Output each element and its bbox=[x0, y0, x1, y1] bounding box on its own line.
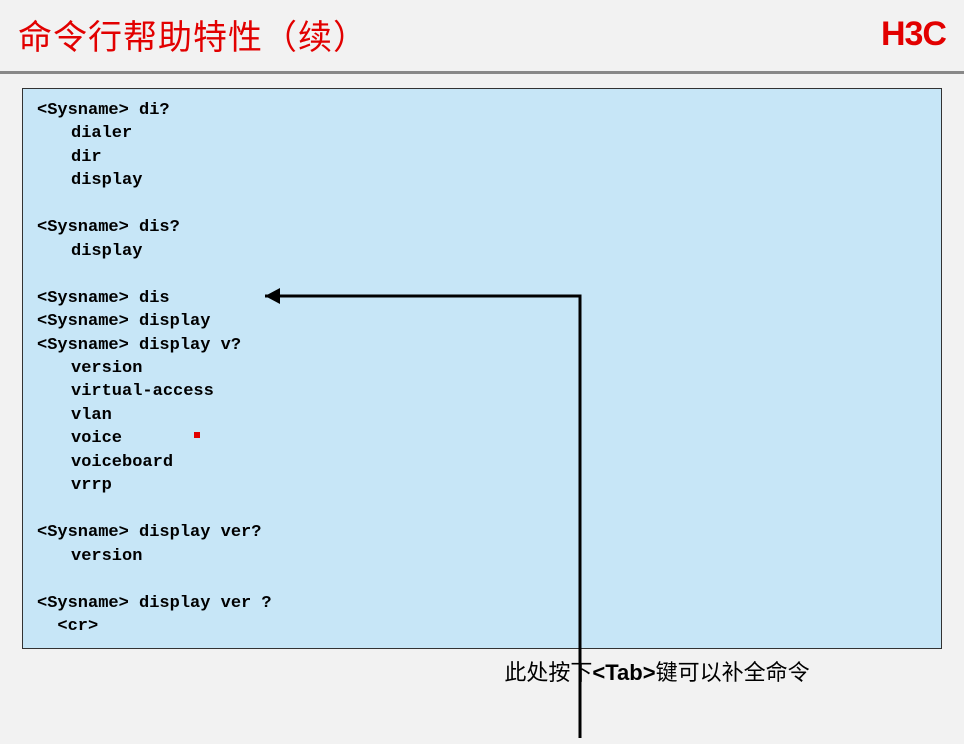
slide-content: <Sysname> di?dialerdirdisplay<Sysname> d… bbox=[0, 74, 964, 697]
terminal-command-line: <Sysname> di? bbox=[37, 99, 927, 122]
terminal-output-line: version bbox=[37, 545, 927, 568]
caption-prefix: 此处按下 bbox=[504, 660, 592, 685]
terminal-output-line: vlan bbox=[37, 404, 927, 427]
terminal-command-line: <Sysname> display bbox=[37, 310, 927, 333]
caption-key: <Tab> bbox=[592, 660, 655, 685]
terminal-output-line: voiceboard bbox=[37, 451, 927, 474]
terminal-output-line: display bbox=[37, 169, 927, 192]
terminal-output-line: virtual-access bbox=[37, 380, 927, 403]
h3c-logo: H3C bbox=[881, 15, 946, 54]
caption-text: 此处按下<Tab>键可以补全命令 bbox=[22, 655, 942, 687]
terminal-box: <Sysname> di?dialerdirdisplay<Sysname> d… bbox=[22, 88, 942, 649]
terminal-output-line: voice bbox=[37, 427, 927, 450]
terminal-output-line: dialer bbox=[37, 122, 927, 145]
slide-header: 命令行帮助特性（续） H3C bbox=[0, 0, 964, 74]
terminal-command-line: <Sysname> display v? bbox=[37, 334, 927, 357]
terminal-command-line: <cr> bbox=[37, 615, 927, 638]
terminal-output-line: dir bbox=[37, 146, 927, 169]
terminal-command-line: <Sysname> display ver ? bbox=[37, 592, 927, 615]
terminal-command-line: <Sysname> display ver? bbox=[37, 521, 927, 544]
slide-title: 命令行帮助特性（续） bbox=[18, 10, 368, 59]
terminal-command-line: <Sysname> dis? bbox=[37, 216, 927, 239]
terminal-command-line: <Sysname> dis bbox=[37, 287, 927, 310]
terminal-output-line: vrrp bbox=[37, 474, 927, 497]
red-marker bbox=[194, 432, 200, 438]
terminal-output-line: display bbox=[37, 240, 927, 263]
caption-suffix: 键可以补全命令 bbox=[656, 660, 810, 685]
terminal-output-line: version bbox=[37, 357, 927, 380]
